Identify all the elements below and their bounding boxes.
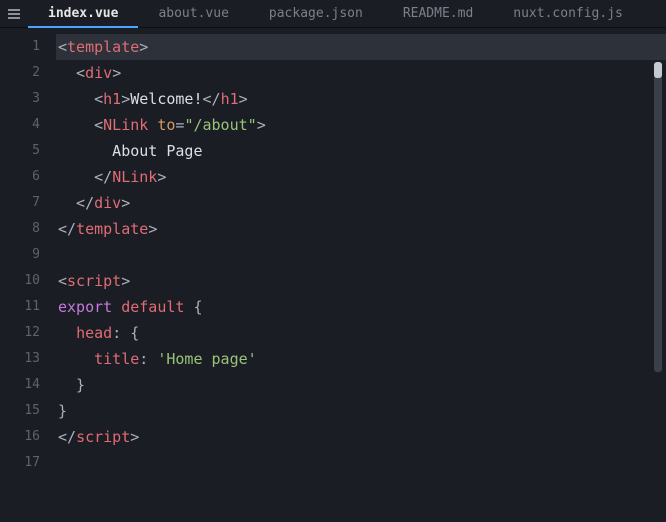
tab-bar: index.vueabout.vuepackage.jsonREADME.mdn… [0,0,666,28]
token: export [58,298,112,316]
tab-nuxt-config-js[interactable]: nuxt.config.js [493,0,643,28]
line-number: 14 [0,372,56,398]
line-number: 10 [0,268,56,294]
line-number: 5 [0,138,56,164]
token: div [85,64,112,82]
line-number: 11 [0,294,56,320]
code-line[interactable]: <NLink to="/about"> [56,112,666,138]
tab-README-md[interactable]: README.md [383,0,493,28]
token: script [76,428,130,446]
line-number: 1 [0,34,56,60]
token: script [67,272,121,290]
token: </ [58,428,76,446]
token: </ [203,90,221,108]
code-line[interactable]: </script> [56,424,666,450]
token: : { [112,324,139,342]
token: h1 [103,90,121,108]
code-area[interactable]: <template> <div> <h1>Welcome!</h1> <NLin… [56,28,666,522]
token: > [139,38,148,56]
token [112,298,121,316]
code-line[interactable]: head: { [56,320,666,346]
token: h1 [221,90,239,108]
line-number: 2 [0,60,56,86]
token: to [157,116,175,134]
token: template [67,38,139,56]
token: Welcome! [130,90,202,108]
line-number: 16 [0,424,56,450]
line-number: 8 [0,216,56,242]
code-line[interactable]: </NLink> [56,164,666,190]
token [58,350,94,368]
code-line[interactable]: title: 'Home page' [56,346,666,372]
line-number: 3 [0,86,56,112]
token: < [58,90,103,108]
token: < [58,272,67,290]
line-number: 15 [0,398,56,424]
line-number: 12 [0,320,56,346]
scrollbar-track[interactable] [654,62,662,372]
code-line[interactable]: <div> [56,60,666,86]
code-line[interactable]: <h1>Welcome!</h1> [56,86,666,112]
token: head [76,324,112,342]
line-number: 17 [0,450,56,476]
token: </ [58,194,94,212]
line-number: 6 [0,164,56,190]
token: > [121,272,130,290]
token: </ [58,220,76,238]
code-line[interactable]: </template> [56,216,666,242]
token: About Page [58,142,203,160]
token: > [121,90,130,108]
scrollbar-thumb[interactable] [654,62,662,78]
code-line[interactable]: } [56,398,666,424]
token: </ [58,168,112,186]
token: NLink [103,116,148,134]
line-number-gutter: 1234567891011121314151617 [0,28,56,522]
token [58,324,76,342]
token: > [130,428,139,446]
tab-about-vue[interactable]: about.vue [138,0,248,28]
token: } [58,402,67,420]
token: > [257,116,266,134]
token: : [139,350,157,368]
line-number: 9 [0,242,56,268]
token: > [112,64,121,82]
code-line[interactable]: </div> [56,190,666,216]
code-line[interactable]: export default { [56,294,666,320]
token: > [157,168,166,186]
token: > [148,220,157,238]
token: > [121,194,130,212]
code-line[interactable]: About Page [56,138,666,164]
tabs-container: index.vueabout.vuepackage.jsonREADME.mdn… [28,0,666,28]
line-number: 13 [0,346,56,372]
code-line[interactable] [56,450,666,476]
token: < [58,38,67,56]
token: div [94,194,121,212]
menu-icon[interactable] [0,6,28,22]
token: 'Home page' [157,350,256,368]
token: template [76,220,148,238]
token: "/about" [184,116,256,134]
token: < [58,64,85,82]
editor: 1234567891011121314151617 <template> <di… [0,28,666,522]
token: default [121,298,184,316]
token: < [58,116,103,134]
token [148,116,157,134]
token: NLink [112,168,157,186]
line-number: 7 [0,190,56,216]
tab-index-vue[interactable]: index.vue [28,0,138,28]
code-line[interactable] [56,242,666,268]
token: { [184,298,202,316]
code-line[interactable]: <script> [56,268,666,294]
token: title [94,350,139,368]
code-line[interactable]: <template> [56,34,666,60]
token: > [239,90,248,108]
code-line[interactable]: } [56,372,666,398]
line-number: 4 [0,112,56,138]
tab-package-json[interactable]: package.json [249,0,383,28]
token: } [58,376,85,394]
